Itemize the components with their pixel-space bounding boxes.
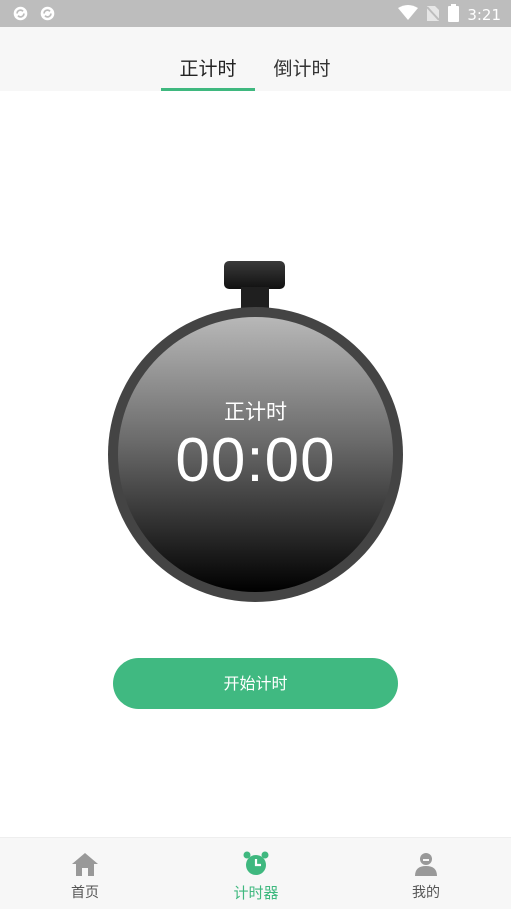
sync-icon — [12, 5, 29, 26]
status-time: 3:21 — [467, 6, 501, 24]
sync-icon — [39, 5, 56, 26]
nav-label-home: 首页 — [71, 885, 99, 901]
stopwatch-crown — [224, 261, 285, 289]
home-icon — [71, 850, 99, 878]
user-icon — [412, 850, 440, 878]
tab-count-up[interactable]: 正计时 — [161, 27, 255, 91]
nav-item-timer[interactable]: 计时器 — [196, 838, 316, 909]
nav-label-timer: 计时器 — [233, 884, 279, 902]
timer-mode-label: 正计时 — [224, 400, 287, 424]
start-timer-button[interactable]: 开始计时 — [113, 658, 398, 709]
bottom-navigation: 首页 计时器 我的 — [0, 837, 511, 909]
mode-tab-bar: 正计时 倒计时 — [0, 27, 511, 91]
status-notifications — [12, 5, 56, 26]
nav-item-home[interactable]: 首页 — [25, 838, 145, 909]
timer-display: 00:00 — [175, 426, 336, 495]
nav-label-profile: 我的 — [412, 885, 440, 901]
active-tab-indicator — [161, 88, 255, 91]
nav-item-profile[interactable]: 我的 — [366, 838, 486, 909]
tab-countdown[interactable]: 倒计时 — [255, 27, 349, 91]
no-sim-icon — [426, 5, 441, 26]
status-indicators: 3:21 — [398, 4, 501, 26]
status-bar: 3:21 — [0, 0, 511, 27]
alarm-clock-icon — [242, 850, 270, 878]
wifi-icon — [398, 5, 419, 25]
battery-icon — [448, 4, 460, 26]
